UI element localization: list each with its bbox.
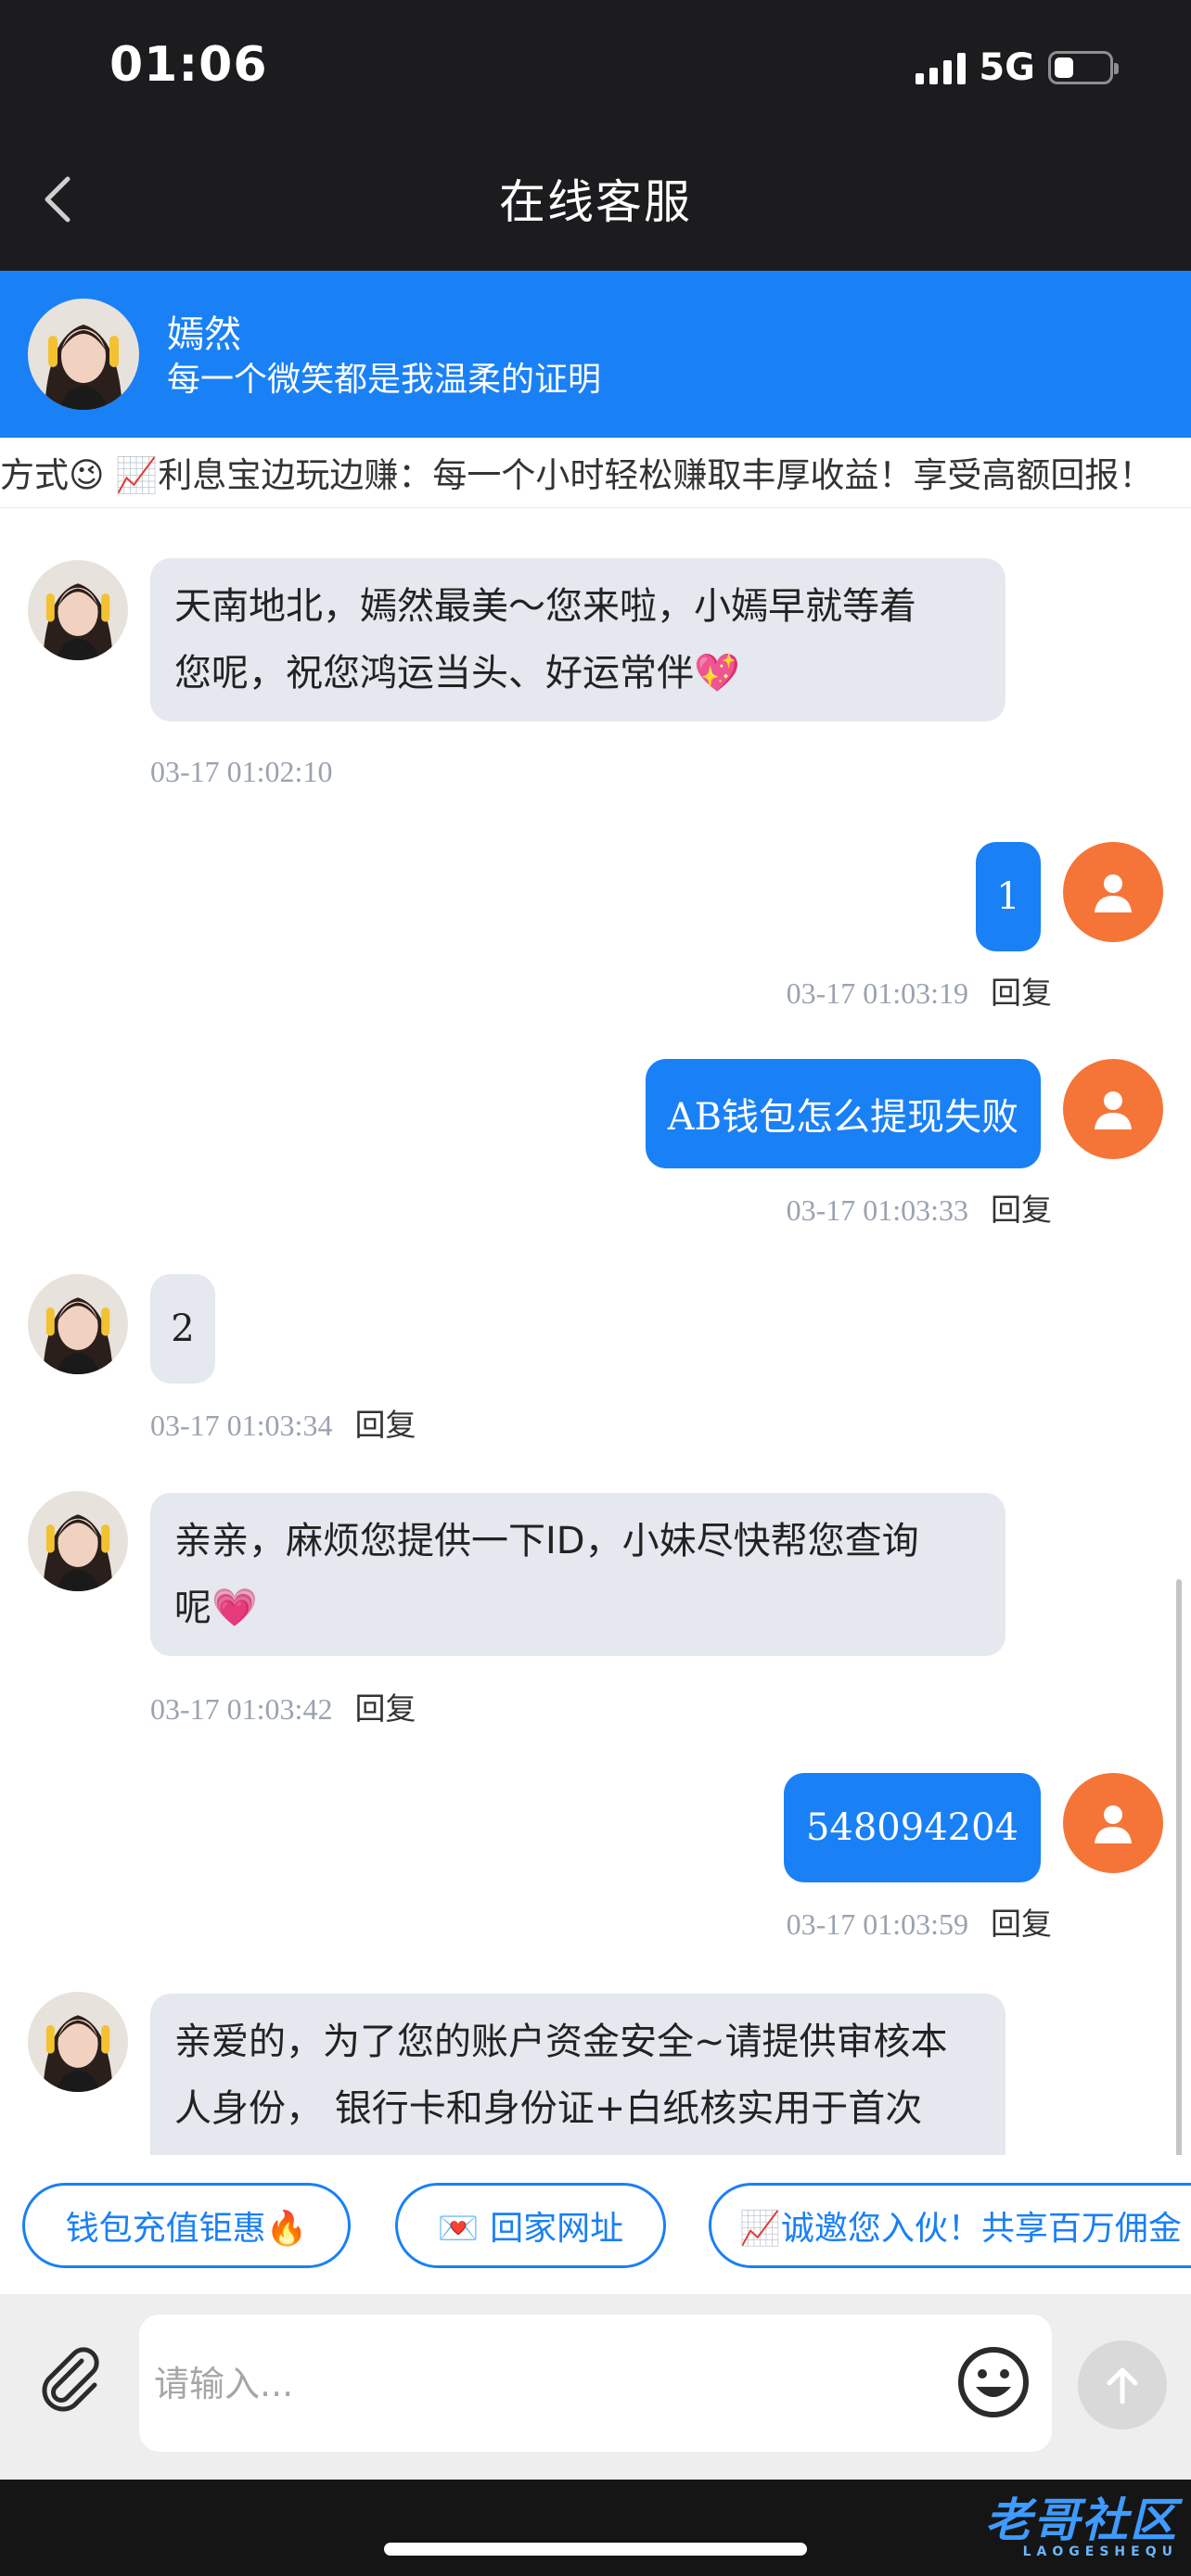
quick-action-invite[interactable]: 📈诚邀您入伙！共享百万佣金 xyxy=(709,2183,1191,2268)
user-message-bubble[interactable]: 1 xyxy=(976,842,1041,951)
message-line: 2 xyxy=(171,1307,195,1350)
status-time: 01:06 xyxy=(109,37,268,93)
agent-message-bubble[interactable]: 亲爱的，为了您的账户资金安全~请提供审核本 人身份， 银行卡和身份证+白纸核实用… xyxy=(150,1994,1005,2155)
message-line: 亲亲，麻烦您提供一下ID，小妹尽快帮您查询 xyxy=(174,1520,919,1562)
agent-message-bubble[interactable]: 天南地北，嫣然最美～您来啦，小嫣早就等着 您呢，祝您鸿运当头、好运常伴💖 xyxy=(150,558,1005,721)
reply-link[interactable]: 回复 xyxy=(991,1906,1052,1942)
agent-avatar[interactable] xyxy=(28,1274,128,1374)
message-meta: 03-17 01:03:42 回复 xyxy=(150,1684,416,1728)
user-icon xyxy=(1095,1091,1132,1129)
agent-avatar[interactable] xyxy=(28,560,128,660)
user-avatar[interactable] xyxy=(1063,1773,1163,1873)
home-indicator[interactable] xyxy=(384,2543,807,2556)
agent-header: 嫣然 每一个微笑都是我温柔的证明 xyxy=(0,271,1191,438)
reply-link[interactable]: 回复 xyxy=(354,1407,416,1443)
reply-link[interactable]: 回复 xyxy=(991,1192,1052,1228)
chat-area[interactable]: 天南地北，嫣然最美～您来啦，小嫣早就等着 您呢，祝您鸿运当头、好运常伴💖 03-… xyxy=(0,508,1191,2155)
quick-action-recharge[interactable]: 钱包充值钜惠🔥 xyxy=(22,2183,351,2268)
user-avatar[interactable] xyxy=(1063,842,1163,942)
marquee-text: 方式😉 📈利息宝边玩边赚：每一个小时轻松赚取丰厚收益！享受高额回报！ xyxy=(0,455,1154,495)
message-timestamp: 03-17 01:03:33 xyxy=(786,1193,968,1227)
message-line: 天南地北，嫣然最美～您来啦，小嫣早就等着 xyxy=(174,585,916,628)
send-button[interactable] xyxy=(1078,2340,1167,2429)
message-text: 548094204 xyxy=(805,1806,1018,1849)
message-timestamp: 03-17 01:03:42 xyxy=(150,1692,333,1726)
message-text: 1 xyxy=(996,875,1020,918)
message-line: 人身份， 银行卡和身份证+白纸核实用于首次 xyxy=(174,2087,923,2130)
message-timestamp: 03-17 01:03:34 xyxy=(150,1409,333,1442)
message-line: 亲爱的，为了您的账户资金安全~请提供审核本 xyxy=(174,2021,948,2063)
agent-name: 嫣然 xyxy=(167,313,241,356)
page-title: 在线客服 xyxy=(499,175,692,229)
reply-link[interactable]: 回复 xyxy=(991,975,1052,1011)
battery-icon xyxy=(1048,51,1119,84)
user-message-bubble[interactable]: AB钱包怎么提现失败 xyxy=(645,1059,1041,1168)
input-bar xyxy=(0,2294,1191,2480)
message-timestamp: 03-17 01:02:10 xyxy=(150,755,333,788)
message-meta: 03-17 01:03:33 回复 xyxy=(787,1185,1052,1230)
home-bar: 老哥社区 LAOGESHEQU xyxy=(0,2480,1191,2576)
agent-avatar[interactable] xyxy=(28,1992,128,2092)
message-line: 您呢，祝您鸿运当头、好运常伴💖 xyxy=(174,652,740,695)
user-avatar[interactable] xyxy=(1063,1059,1163,1159)
user-icon xyxy=(1095,1805,1132,1843)
signal-icon xyxy=(916,51,967,84)
message-timestamp: 03-17 01:03:59 xyxy=(786,1907,968,1941)
message-timestamp: 03-17 01:03:19 xyxy=(786,976,968,1010)
watermark-logo: 老哥社区 LAOGESHEQU xyxy=(985,2483,1178,2559)
user-icon xyxy=(1095,874,1132,912)
agent-avatar[interactable] xyxy=(28,299,139,410)
agent-motto: 每一个微笑都是我温柔的证明 xyxy=(167,361,602,399)
quick-actions-bar: 钱包充值钜惠🔥 💌 回家网址 📈诚邀您入伙！共享百万佣金 xyxy=(0,2155,1191,2294)
announcement-marquee[interactable]: 方式😉 📈利息宝边玩边赚：每一个小时轻松赚取丰厚收益！享受高额回报！ xyxy=(0,438,1191,508)
watermark-text: 老哥社区 xyxy=(985,2493,1178,2547)
paperclip-icon[interactable] xyxy=(33,2340,108,2415)
message-meta: 03-17 01:03:34 回复 xyxy=(150,1400,416,1445)
emoji-icon[interactable] xyxy=(954,2342,1033,2422)
top-bar: 01:06 5G 在线客服 xyxy=(0,0,1191,271)
message-input[interactable] xyxy=(154,2352,952,2417)
agent-message-bubble[interactable]: 亲亲，麻烦您提供一下ID，小妹尽快帮您查询 呢💗 xyxy=(150,1493,1005,1656)
message-meta: 03-17 01:03:59 回复 xyxy=(787,1899,1052,1944)
agent-avatar[interactable] xyxy=(28,1491,128,1591)
arrow-up-icon xyxy=(1107,2367,1138,2404)
message-text: AB钱包怎么提现失败 xyxy=(667,1096,1018,1139)
status-indicators: 5G xyxy=(916,46,1119,89)
message-input-container xyxy=(139,2315,1052,2452)
reply-link[interactable]: 回复 xyxy=(354,1690,416,1727)
network-type: 5G xyxy=(979,46,1035,89)
agent-message-bubble[interactable]: 2 xyxy=(150,1274,215,1384)
chat-scrollbar[interactable] xyxy=(1176,1579,1182,2155)
user-message-bubble[interactable]: 548094204 xyxy=(783,1773,1041,1882)
quick-action-home-url[interactable]: 💌 回家网址 xyxy=(395,2183,666,2268)
message-line: 呢💗 xyxy=(174,1587,258,1629)
message-meta: 03-17 01:03:19 回复 xyxy=(787,968,1052,1013)
